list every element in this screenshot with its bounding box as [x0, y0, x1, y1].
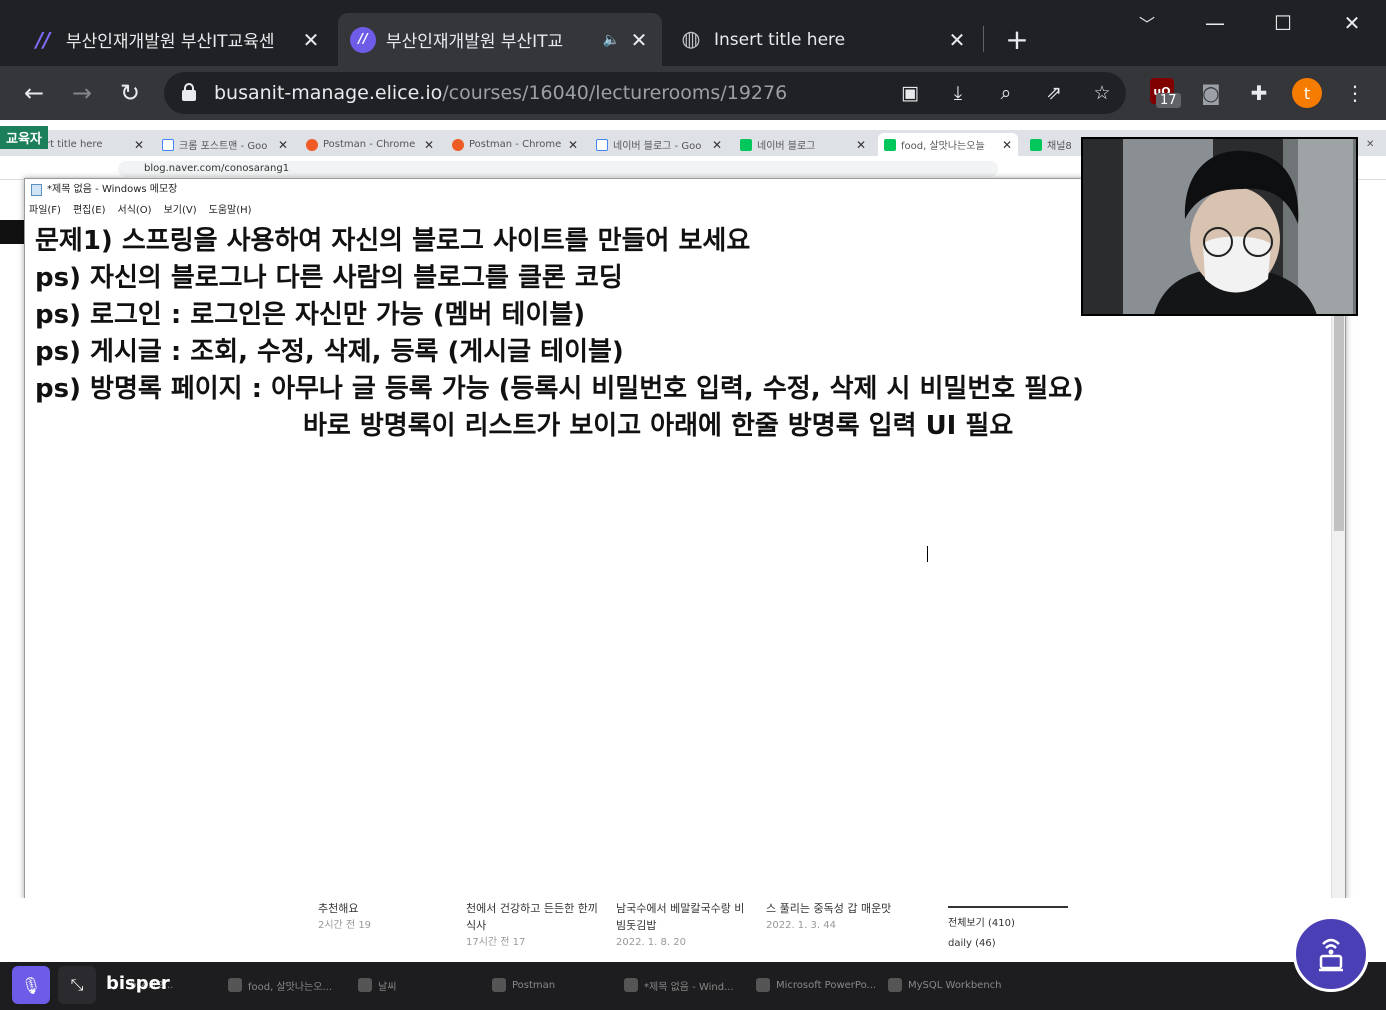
blog-item: 천에서 건강하고 든든한 한끼 식사 17시간 전 17: [466, 902, 598, 948]
blog-category-list: 전체보기 (410) daily (46): [948, 906, 1068, 954]
maximize-button[interactable]: ☐: [1266, 8, 1300, 38]
taskbar-item: *제목 없음 - Wind...: [624, 974, 734, 996]
close-tab-icon[interactable]: ✕: [946, 28, 968, 52]
back-button[interactable]: ←: [17, 76, 51, 110]
blog-post-strip: 추천해요 2시간 전 19 천에서 건강하고 든든한 한끼 식사 17시간 전 17…: [0, 898, 1386, 962]
zoom-icon[interactable]: ⌕: [994, 81, 1018, 105]
ublock-count-badge: 17: [1156, 93, 1181, 108]
shared-close-icon: ✕: [1366, 139, 1375, 150]
tab-title: 부산인재개발원 부산IT교: [386, 32, 564, 52]
shared-tab: 네이버 블로그 - Goo ✕: [590, 133, 728, 156]
tab-separator: [983, 26, 984, 52]
text-line: 바로 방명록이 리스트가 보이고 아래에 한줄 방명록 입력 UI 필요: [303, 411, 1014, 441]
shared-tab: Postman - Chrome ✕: [446, 133, 584, 156]
category-item: 전체보기 (410): [948, 918, 1015, 929]
blog-item: 스 풀리는 중독성 갑 매운맛 2022. 1. 3. 44: [766, 902, 892, 931]
share-icon[interactable]: ⇗: [1042, 81, 1066, 105]
text-line: ps) 방명록 페이지 : 아무나 글 등록 가능 (등록시 비밀번호 입력, …: [35, 374, 1084, 404]
notepad-menu-item: 보기(V): [163, 205, 197, 216]
tab-title: Insert title here: [714, 29, 846, 50]
close-window-button[interactable]: ✕: [1335, 8, 1369, 38]
shared-tab: 크롬 포스트맨 - Goo ✕: [156, 133, 294, 156]
address-bar[interactable]: busanit-manage.elice.io/courses/16040/le…: [164, 72, 1126, 114]
notepad-icon: [31, 184, 42, 196]
notepad-menu-item: 도움말(H): [208, 205, 252, 216]
dark-strip: [0, 220, 24, 244]
profile-avatar[interactable]: t: [1292, 78, 1322, 108]
text-line: ps) 게시글 : 조회, 수정, 삭제, 등록 (게시글 테이블): [35, 337, 624, 367]
shared-taskbar: bs4.12... food, 살맛나는오... 날씨 Postman *제목 …: [0, 962, 1386, 1010]
forward-button[interactable]: →: [65, 76, 99, 110]
webcam-person-image: [1083, 139, 1356, 314]
notepad-menu-item: 서식(O): [117, 205, 152, 216]
extensions-puzzle-icon[interactable]: ✚: [1244, 78, 1274, 108]
taskbar-item: MySQL Workbench: [888, 974, 1002, 996]
install-app-icon[interactable]: ⤓: [946, 81, 970, 105]
category-item: daily (46): [948, 938, 996, 949]
shared-tab: rt title here ✕: [46, 137, 144, 152]
shared-tab-active: food, 살맛나는오늘 ✕: [878, 133, 1018, 156]
tab-elice-2[interactable]: // 부산인재개발원 부산IT교 🔈 ✕: [338, 13, 662, 66]
camera-blocked-icon[interactable]: ▣: [898, 81, 922, 105]
menu-kebab-icon[interactable]: ⋮: [1340, 78, 1370, 108]
taskbar-item: food, 살맛나는오...: [228, 974, 332, 996]
notepad-menu-item: 편집(E): [72, 205, 106, 216]
tab-search-icon[interactable]: ﹀: [1130, 8, 1164, 38]
shared-url: blog.naver.com/conosarang1: [118, 161, 998, 177]
globe-icon: ◍: [681, 27, 701, 52]
blog-item: 추천해요 2시간 전 19: [318, 902, 372, 931]
bookmark-star-icon[interactable]: ☆: [1090, 81, 1114, 105]
webcam-video[interactable]: [1081, 137, 1358, 316]
url-text[interactable]: busanit-manage.elice.io/courses/16040/le…: [214, 82, 787, 104]
speaker-icon[interactable]: 🔈: [603, 32, 620, 48]
elice-icon: //: [35, 27, 51, 52]
microphone-button[interactable]: 🎙: [12, 966, 50, 1004]
notepad-scrollbar: [1331, 223, 1345, 899]
close-tab-icon[interactable]: ✕: [300, 28, 322, 52]
tab-elice-1[interactable]: // 부산인재개발원 부산IT교육센 ✕: [18, 13, 334, 66]
text-cursor-icon: [927, 546, 931, 562]
taskbar-item: Postman: [492, 974, 555, 996]
tab-title: 부산인재개발원 부산IT교육센: [66, 32, 275, 52]
tab-insert-title[interactable]: ◍ Insert title here ✕: [666, 13, 980, 66]
lock-icon[interactable]: [182, 83, 196, 101]
shared-tab: Postman - Chrome ✕: [300, 133, 440, 156]
browser-tabstrip: // 부산인재개발원 부산IT교육센 ✕ // 부산인재개발원 부산IT교 🔈 …: [0, 0, 1386, 66]
taskbar-item: 날씨: [358, 974, 396, 996]
instructor-badge: 교육자: [0, 126, 48, 149]
minimize-screen-button[interactable]: ⤡: [58, 966, 96, 1004]
reload-button[interactable]: ↻: [113, 76, 147, 110]
robot-extension-icon[interactable]: ◙: [1196, 78, 1226, 108]
close-tab-icon[interactable]: ✕: [628, 28, 650, 52]
presenter-name: bisper: [106, 973, 170, 994]
shared-tab: 채널8: [1024, 133, 1084, 156]
blog-item: 남국수에서 베말칼국수랑 비 빔돗김밥 2022. 1. 8. 20: [616, 902, 745, 948]
shared-tab: 네이버 블로그 ✕: [734, 133, 872, 156]
elice-icon: //: [350, 26, 376, 53]
new-tab-button[interactable]: +: [1002, 23, 1032, 56]
notepad-title: *제목 없음 - Windows 메모장: [47, 184, 178, 195]
speaker-podium-icon: [1319, 938, 1343, 972]
notepad-menu-item: 파일(F): [29, 205, 61, 216]
taskbar-item: Microsoft PowerPo...: [756, 974, 876, 996]
audio-speaker-button[interactable]: [1293, 916, 1369, 992]
minimize-button[interactable]: —: [1198, 8, 1232, 38]
